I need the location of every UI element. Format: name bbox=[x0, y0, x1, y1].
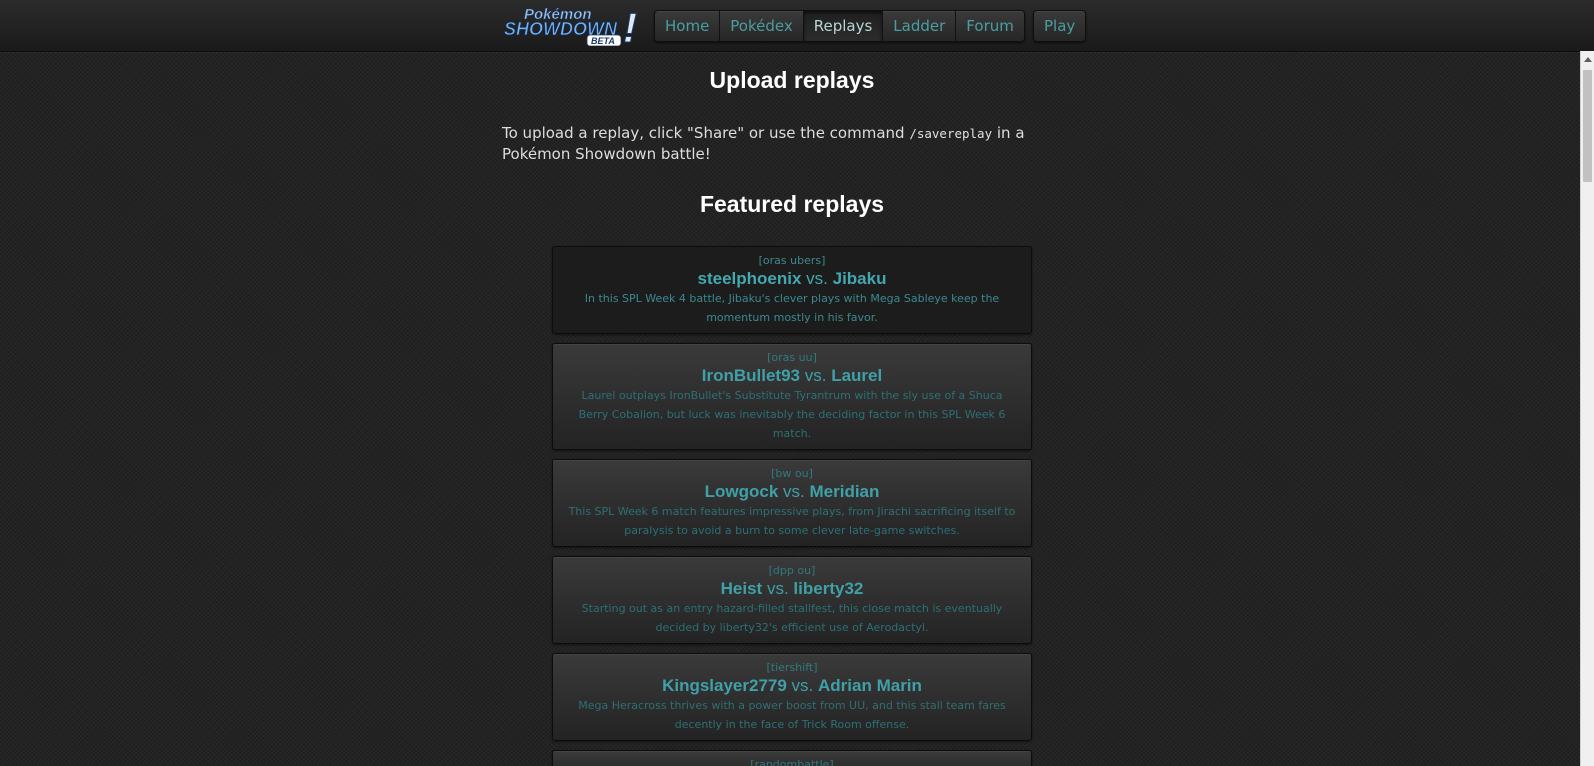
replay-format: [randombattle] bbox=[750, 758, 834, 766]
nav-ladder[interactable]: Ladder bbox=[882, 11, 956, 41]
logo-mark: ! bbox=[623, 4, 637, 46]
replay-format: [dpp ou] bbox=[768, 564, 816, 577]
play-button[interactable]: Play bbox=[1033, 10, 1087, 42]
replay-description: Mega Heracross thrives with a power boos… bbox=[578, 699, 1006, 731]
vs-label: vs. bbox=[804, 366, 827, 385]
upload-title: Upload replays bbox=[709, 67, 875, 93]
replay-card[interactable]: [oras uu] IronBullet93 vs. Laurel Laurel… bbox=[552, 343, 1032, 450]
replay-card[interactable]: [randombattle] bbox=[552, 750, 1032, 766]
upload-text-before: To upload a replay, click "Share" or use… bbox=[502, 124, 910, 142]
replay-format: [oras ubers] bbox=[758, 254, 826, 267]
replay-description: Starting out as an entry hazard-filled s… bbox=[581, 602, 1003, 634]
page-scrollbar[interactable] bbox=[1580, 51, 1594, 766]
player-1: Lowgock bbox=[704, 482, 779, 501]
main-nav: Home Pokédex Replays Ladder Forum bbox=[654, 10, 1025, 42]
replay-players: Kingslayer2779 vs. Adrian Marin bbox=[565, 676, 1019, 696]
scroll-up-icon[interactable] bbox=[1584, 57, 1592, 62]
logo-badge: BETA bbox=[591, 36, 615, 46]
player-2: Meridian bbox=[809, 482, 880, 501]
upload-instructions: To upload a replay, click "Share" or use… bbox=[502, 123, 1042, 165]
player-2: Laurel bbox=[831, 366, 883, 385]
nav-home[interactable]: Home bbox=[655, 11, 720, 41]
replay-card[interactable]: [bw ou] Lowgock vs. Meridian This SPL We… bbox=[552, 459, 1032, 547]
replay-players: steelphoenix vs. Jibaku bbox=[565, 269, 1019, 289]
nav-replays[interactable]: Replays bbox=[802, 11, 883, 41]
top-header: Pokémon SHOWDOWN BETA ! Home Pokédex Rep… bbox=[0, 0, 1594, 52]
player-1: steelphoenix bbox=[697, 269, 802, 288]
featured-replay-list: [oras ubers] steelphoenix vs. Jibaku In … bbox=[552, 246, 1032, 766]
player-2: Adrian Marin bbox=[818, 676, 922, 695]
nav-forum[interactable]: Forum bbox=[955, 11, 1024, 41]
vs-label: vs. bbox=[783, 482, 805, 501]
scroll-thumb[interactable] bbox=[1583, 70, 1592, 182]
pokemon-showdown-logo[interactable]: Pokémon SHOWDOWN BETA ! bbox=[502, 4, 648, 46]
player-1: IronBullet93 bbox=[701, 366, 800, 385]
replay-format: [oras uu] bbox=[767, 351, 817, 364]
nav-pokedex[interactable]: Pokédex bbox=[719, 11, 803, 41]
replay-description: Laurel outplays IronBullet's Substitute … bbox=[578, 389, 1006, 440]
replay-format: [bw ou] bbox=[771, 467, 813, 480]
player-1: Heist bbox=[720, 579, 763, 598]
replay-card[interactable]: [dpp ou] Heist vs. liberty32 Starting ou… bbox=[552, 556, 1032, 644]
replay-players: Lowgock vs. Meridian bbox=[565, 482, 1019, 502]
featured-title: Featured replays bbox=[699, 191, 885, 217]
player-2: liberty32 bbox=[793, 579, 864, 598]
vs-label: vs. bbox=[791, 676, 814, 695]
replay-players: IronBullet93 vs. Laurel bbox=[565, 366, 1019, 386]
vs-label: vs. bbox=[806, 269, 828, 288]
player-1: Kingslayer2779 bbox=[662, 676, 787, 695]
replay-description: This SPL Week 6 match features impressiv… bbox=[568, 505, 1016, 537]
replay-players: Heist vs. liberty32 bbox=[565, 579, 1019, 599]
savereplay-command: /savereplay bbox=[909, 126, 993, 141]
replay-format: [tiershift] bbox=[766, 661, 818, 674]
vs-label: vs. bbox=[766, 579, 789, 598]
replay-card[interactable]: [tiershift] Kingslayer2779 vs. Adrian Ma… bbox=[552, 653, 1032, 741]
replay-description: In this SPL Week 4 battle, Jibaku's clev… bbox=[584, 292, 1000, 324]
replay-card[interactable]: [oras ubers] steelphoenix vs. Jibaku In … bbox=[552, 246, 1032, 334]
player-2: Jibaku bbox=[832, 269, 887, 288]
